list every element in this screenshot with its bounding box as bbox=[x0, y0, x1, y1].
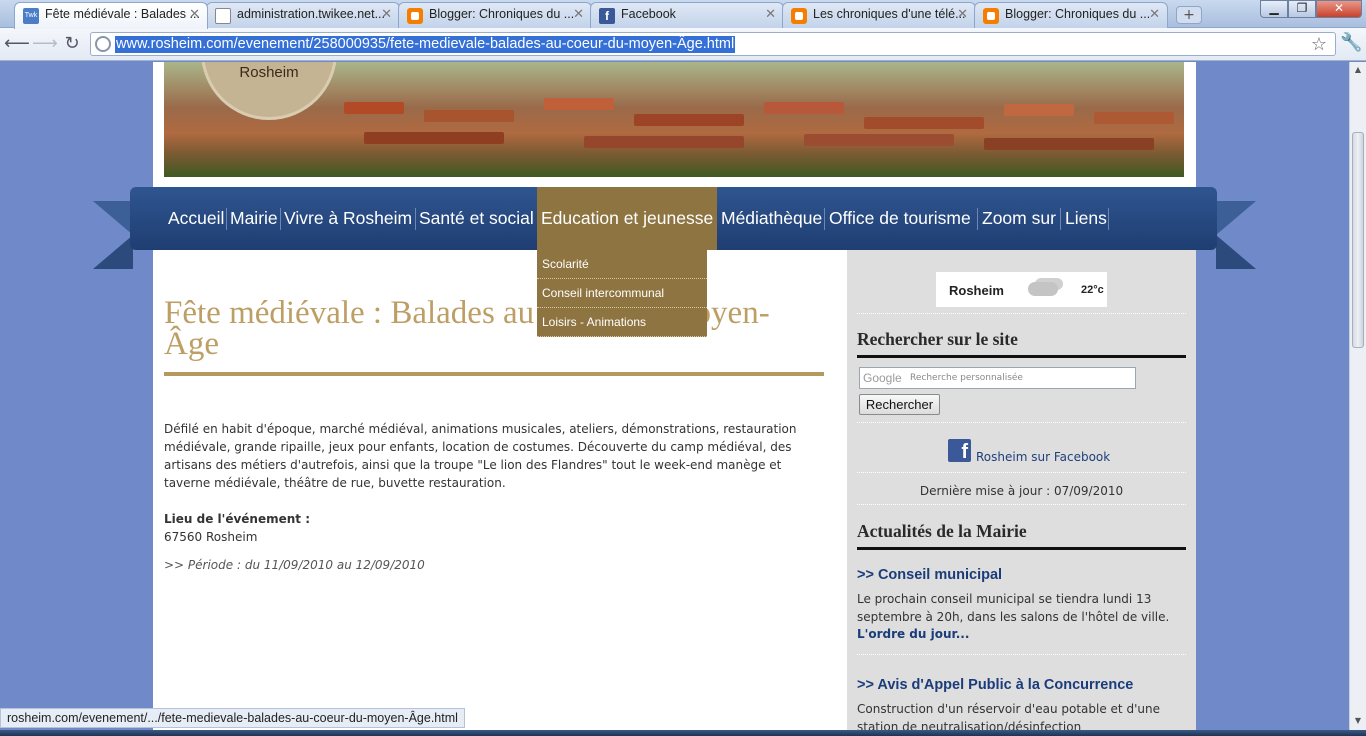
wrench-icon[interactable]: 🔧 bbox=[1340, 32, 1362, 53]
bookmark-star-icon[interactable]: ☆ bbox=[1311, 34, 1327, 55]
scroll-down-arrow-icon[interactable]: ▼ bbox=[1350, 713, 1366, 729]
education-submenu: Scolarité Conseil intercommunal Loisirs … bbox=[537, 250, 707, 337]
browser-toolbar: ⟵ ⟶ ↻ www.rosheim.com/evenement/25800093… bbox=[0, 28, 1366, 61]
nav-vivre-a-rosheim[interactable]: Vivre à Rosheim bbox=[284, 187, 412, 250]
title-divider bbox=[164, 372, 824, 376]
reload-button[interactable]: ↻ bbox=[60, 32, 84, 56]
nav-mediatheque[interactable]: Médiathèque bbox=[721, 187, 822, 250]
nav-liens[interactable]: Liens bbox=[1065, 187, 1107, 250]
google-logo: Google bbox=[863, 371, 902, 385]
last-update: Dernière mise à jour : 07/09/2010 bbox=[919, 484, 1124, 498]
news-title-appel[interactable]: >> Avis d'Appel Public à la Concurrence bbox=[857, 677, 1133, 693]
submenu-loisirs-animations[interactable]: Loisirs - Animations bbox=[537, 308, 707, 337]
new-tab-button[interactable]: + bbox=[1176, 6, 1202, 24]
close-tab-icon[interactable]: ✕ bbox=[189, 3, 200, 25]
blogger-icon bbox=[407, 8, 423, 24]
search-placeholder: Recherche personnalisée bbox=[910, 373, 1023, 383]
facebook-icon[interactable]: f bbox=[948, 439, 971, 462]
divider bbox=[857, 654, 1186, 655]
document-icon bbox=[215, 8, 231, 24]
nav-office-de-tourisme[interactable]: Office de tourisme bbox=[829, 187, 971, 250]
location-label: Lieu de l'événement : bbox=[164, 512, 310, 526]
nav-sante-et-social[interactable]: Santé et social bbox=[419, 187, 534, 250]
search-input[interactable]: Google Recherche personnalisée bbox=[859, 367, 1136, 389]
weather-widget[interactable]: Rosheim 22°c bbox=[936, 272, 1107, 307]
tab-blogger-2[interactable]: Blogger: Chroniques du ... ✕ bbox=[974, 2, 1168, 28]
minimize-button[interactable]: ▁ bbox=[1260, 0, 1288, 18]
status-bubble: rosheim.com/evenement/.../fete-medievale… bbox=[0, 708, 465, 728]
news-title-conseil[interactable]: >> Conseil municipal bbox=[857, 567, 1002, 583]
facebook-link[interactable]: Rosheim sur Facebook bbox=[976, 450, 1110, 464]
main-navigation: Accueil Mairie Vivre à Rosheim Santé et … bbox=[130, 187, 1217, 250]
submenu-scolarite[interactable]: Scolarité bbox=[537, 250, 707, 279]
tab-administration[interactable]: administration.twikee.net... ✕ bbox=[206, 2, 400, 28]
article-body: Défilé en habit d'époque, marché médiéva… bbox=[164, 422, 797, 490]
maximize-button[interactable]: ❐ bbox=[1288, 0, 1316, 18]
weather-city: Rosheim bbox=[949, 283, 1004, 298]
ribbon-right-tail bbox=[1216, 201, 1256, 269]
nav-accueil[interactable]: Accueil bbox=[168, 187, 224, 250]
tab-facebook[interactable]: f Facebook ✕ bbox=[590, 2, 784, 28]
tab-chroniques[interactable]: Les chroniques d'une télé... ✕ bbox=[782, 2, 976, 28]
town-banner: Rosheim bbox=[164, 62, 1184, 177]
forward-button[interactable]: ⟶ bbox=[32, 32, 58, 56]
nav-zoom-sur[interactable]: Zoom sur bbox=[982, 187, 1056, 250]
facebook-icon: f bbox=[599, 8, 615, 24]
scroll-up-arrow-icon[interactable]: ▲ bbox=[1350, 62, 1366, 78]
close-tab-icon[interactable]: ✕ bbox=[957, 3, 968, 25]
news-body-conseil: Le prochain conseil municipal se tiendra… bbox=[857, 592, 1170, 624]
page-viewport: Rosheim Accueil Mairie Vivre à Rosheim S… bbox=[0, 62, 1349, 730]
taskbar-strip bbox=[0, 730, 1366, 736]
ribbon-left-tail bbox=[93, 201, 133, 269]
close-window-button[interactable]: ✕ bbox=[1316, 0, 1362, 18]
divider bbox=[857, 504, 1186, 505]
tab-title: Les chroniques d'une télé... bbox=[813, 7, 966, 21]
search-heading: Rechercher sur le site bbox=[857, 329, 1186, 358]
page-title: Fête médiévale : Balades au coeur du Moy… bbox=[164, 295, 770, 362]
close-tab-icon[interactable]: ✕ bbox=[765, 3, 776, 25]
tab-title: Blogger: Chroniques du ... bbox=[1005, 7, 1151, 21]
tab-strip: Twk Fête médiévale : Balades ... ✕ admin… bbox=[0, 0, 1366, 29]
close-tab-icon[interactable]: ✕ bbox=[1149, 3, 1160, 25]
news-more-link[interactable]: L'ordre du jour... bbox=[857, 627, 969, 641]
search-button[interactable]: Rechercher bbox=[859, 394, 940, 415]
logo-text: Rosheim bbox=[239, 64, 299, 81]
blogger-icon bbox=[791, 8, 807, 24]
nav-mairie[interactable]: Mairie bbox=[230, 187, 278, 250]
location-value: 67560 Rosheim bbox=[164, 530, 258, 544]
scroll-thumb[interactable] bbox=[1352, 132, 1364, 348]
cloud-icon bbox=[1028, 282, 1058, 296]
submenu-conseil-intercommunal[interactable]: Conseil intercommunal bbox=[537, 279, 707, 308]
divider bbox=[857, 422, 1186, 423]
tab-title: Facebook bbox=[621, 7, 676, 21]
blogger-icon bbox=[983, 8, 999, 24]
tab-title: Blogger: Chroniques du ... bbox=[429, 7, 575, 21]
tab-title: administration.twikee.net... bbox=[237, 7, 385, 21]
address-bar[interactable]: www.rosheim.com/evenement/258000935/fete… bbox=[90, 32, 1336, 56]
nav-education-et-jeunesse[interactable]: Education et jeunesse bbox=[537, 187, 717, 250]
divider bbox=[857, 313, 1186, 314]
news-heading: Actualités de la Mairie bbox=[857, 521, 1186, 550]
url-text[interactable]: www.rosheim.com/evenement/258000935/fete… bbox=[115, 36, 736, 53]
rosheim-logo[interactable]: Rosheim bbox=[204, 62, 334, 117]
twikee-favicon: Twk bbox=[23, 8, 39, 24]
weather-temperature: 22°c bbox=[1081, 284, 1104, 296]
back-button[interactable]: ⟵ bbox=[4, 32, 30, 56]
divider bbox=[857, 472, 1186, 473]
close-tab-icon[interactable]: ✕ bbox=[573, 3, 584, 25]
tab-rosheim[interactable]: Twk Fête médiévale : Balades ... ✕ bbox=[14, 2, 208, 29]
vertical-scrollbar[interactable]: ▲ ▼ bbox=[1349, 62, 1366, 730]
globe-icon bbox=[95, 36, 111, 52]
close-tab-icon[interactable]: ✕ bbox=[381, 3, 392, 25]
tab-title: Fête médiévale : Balades ... bbox=[45, 7, 200, 21]
event-period: >> Période : du 11/09/2010 au 12/09/2010 bbox=[164, 558, 425, 572]
tab-blogger-1[interactable]: Blogger: Chroniques du ... ✕ bbox=[398, 2, 592, 28]
news-body-appel: Construction d'un réservoir d'eau potabl… bbox=[857, 702, 1160, 730]
